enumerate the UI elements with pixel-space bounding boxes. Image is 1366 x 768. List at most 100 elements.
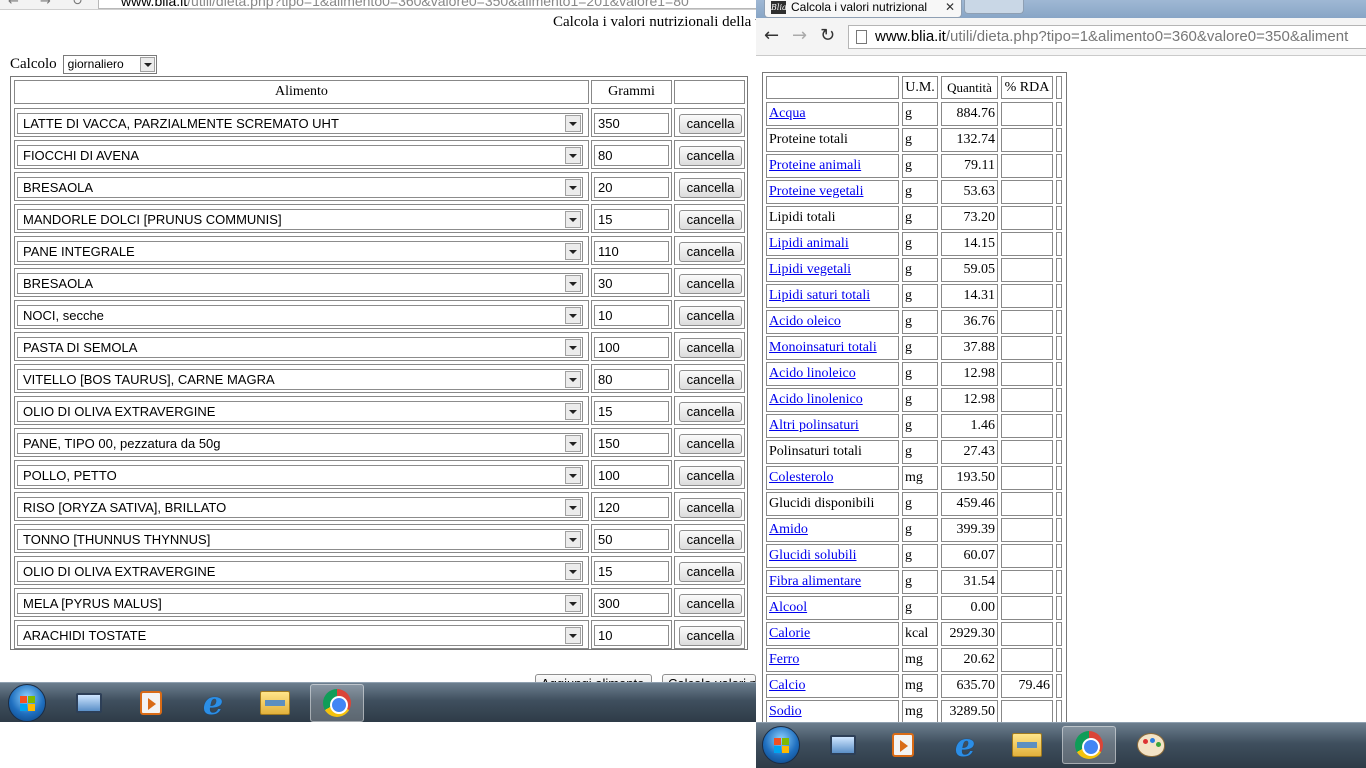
chevron-down-icon[interactable] bbox=[565, 307, 581, 324]
food-select[interactable]: OLIO DI OLIVA EXTRAVERGINE bbox=[17, 561, 583, 582]
grams-input[interactable]: 80 bbox=[594, 369, 669, 390]
nutrient-link[interactable]: Calcio bbox=[769, 678, 806, 693]
food-select[interactable]: RISO [ORYZA SATIVA], BRILLATO bbox=[17, 497, 583, 518]
chevron-down-icon[interactable] bbox=[565, 371, 581, 388]
delete-food-button[interactable]: cancella bbox=[679, 434, 742, 454]
left-url-text[interactable]: www.blia.it/utili/dieta.php?tipo=1&alime… bbox=[98, 0, 756, 9]
grams-input[interactable]: 15 bbox=[594, 209, 669, 230]
delete-food-button[interactable]: cancella bbox=[679, 530, 742, 550]
delete-food-button[interactable]: cancella bbox=[679, 306, 742, 326]
chevron-down-icon[interactable] bbox=[565, 339, 581, 356]
nutrient-link[interactable]: Alcool bbox=[769, 600, 807, 615]
grams-input[interactable]: 15 bbox=[594, 401, 669, 422]
nutrient-link[interactable]: Amido bbox=[769, 522, 808, 537]
delete-food-button[interactable]: cancella bbox=[679, 146, 742, 166]
grams-input[interactable]: 350 bbox=[594, 113, 669, 134]
delete-food-button[interactable]: cancella bbox=[679, 338, 742, 358]
file-explorer-icon[interactable] bbox=[1000, 726, 1054, 764]
back-icon[interactable]: ← bbox=[764, 25, 779, 47]
delete-food-button[interactable]: cancella bbox=[679, 242, 742, 262]
nutrient-link[interactable]: Acqua bbox=[769, 106, 806, 121]
chevron-down-icon[interactable] bbox=[565, 179, 581, 196]
chevron-down-icon[interactable] bbox=[565, 595, 581, 612]
delete-food-button[interactable]: cancella bbox=[679, 626, 742, 646]
nutrient-link[interactable]: Calorie bbox=[769, 626, 810, 641]
delete-food-button[interactable]: cancella bbox=[679, 402, 742, 422]
nutrient-link[interactable]: Proteine animali bbox=[769, 158, 861, 173]
computer-icon[interactable] bbox=[62, 684, 116, 722]
grams-input[interactable]: 10 bbox=[594, 305, 669, 326]
chevron-down-icon[interactable] bbox=[565, 499, 581, 516]
paint-icon[interactable] bbox=[1124, 726, 1178, 764]
delete-food-button[interactable]: cancella bbox=[679, 594, 742, 614]
start-orb-icon[interactable] bbox=[762, 726, 800, 764]
food-select[interactable]: OLIO DI OLIVA EXTRAVERGINE bbox=[17, 401, 583, 422]
delete-food-button[interactable]: cancella bbox=[679, 562, 742, 582]
chevron-down-icon[interactable] bbox=[565, 531, 581, 548]
grams-input[interactable]: 15 bbox=[594, 561, 669, 582]
food-select[interactable]: POLLO, PETTO bbox=[17, 465, 583, 486]
food-select[interactable]: PANE, TIPO 00, pezzatura da 50g bbox=[17, 433, 583, 454]
chevron-down-icon[interactable] bbox=[565, 467, 581, 484]
chevron-down-icon[interactable] bbox=[565, 403, 581, 420]
chrome-icon[interactable] bbox=[1062, 726, 1116, 764]
chevron-down-icon[interactable] bbox=[565, 211, 581, 228]
grams-input[interactable]: 50 bbox=[594, 529, 669, 550]
food-select[interactable]: LATTE DI VACCA, PARZIALMENTE SCREMATO UH… bbox=[17, 113, 583, 134]
grams-input[interactable]: 10 bbox=[594, 625, 669, 646]
start-orb-icon[interactable] bbox=[8, 684, 46, 722]
file-explorer-icon[interactable] bbox=[248, 684, 302, 722]
media-player-icon[interactable] bbox=[876, 726, 930, 764]
food-select[interactable]: PANE INTEGRALE bbox=[17, 241, 583, 262]
nutrient-link[interactable]: Ferro bbox=[769, 652, 799, 667]
delete-food-button[interactable]: cancella bbox=[679, 114, 742, 134]
forward-icon[interactable]: → bbox=[40, 0, 51, 9]
grams-input[interactable]: 30 bbox=[594, 273, 669, 294]
delete-food-button[interactable]: cancella bbox=[679, 274, 742, 294]
chevron-down-icon[interactable] bbox=[139, 57, 155, 72]
food-select[interactable]: VITELLO [BOS TAURUS], CARNE MAGRA bbox=[17, 369, 583, 390]
chrome-icon[interactable] bbox=[310, 684, 364, 722]
calcolo-select[interactable]: giornaliero bbox=[62, 55, 157, 74]
chevron-down-icon[interactable] bbox=[565, 115, 581, 132]
close-tab-icon[interactable]: ✕ bbox=[945, 0, 955, 15]
nutrient-link[interactable]: Altri polinsaturi bbox=[769, 418, 859, 433]
chevron-down-icon[interactable] bbox=[565, 435, 581, 452]
food-select[interactable]: MANDORLE DOLCI [PRUNUS COMMUNIS] bbox=[17, 209, 583, 230]
delete-food-button[interactable]: cancella bbox=[679, 178, 742, 198]
grams-input[interactable]: 100 bbox=[594, 337, 669, 358]
food-select[interactable]: NOCI, secche bbox=[17, 305, 583, 326]
food-select[interactable]: FIOCCHI DI AVENA bbox=[17, 145, 583, 166]
delete-food-button[interactable]: cancella bbox=[679, 498, 742, 518]
grams-input[interactable]: 150 bbox=[594, 433, 669, 454]
internet-explorer-icon[interactable]: e bbox=[186, 684, 240, 722]
nutrient-link[interactable]: Lipidi saturi totali bbox=[769, 288, 870, 303]
nutrient-link[interactable]: Lipidi animali bbox=[769, 236, 849, 251]
chevron-down-icon[interactable] bbox=[565, 627, 581, 644]
delete-food-button[interactable]: cancella bbox=[679, 370, 742, 390]
left-address-bar[interactable]: ← → ↻ www.blia.it/utili/dieta.php?tipo=1… bbox=[0, 0, 756, 10]
chevron-down-icon[interactable] bbox=[565, 275, 581, 292]
nutrient-link[interactable]: Acido linoleico bbox=[769, 366, 856, 381]
nutrient-link[interactable]: Proteine vegetali bbox=[769, 184, 863, 199]
nutrient-link[interactable]: Fibra alimentare bbox=[769, 574, 861, 589]
food-select[interactable]: TONNO [THUNNUS THYNNUS] bbox=[17, 529, 583, 550]
computer-icon[interactable] bbox=[816, 726, 870, 764]
nutrient-link[interactable]: Colesterolo bbox=[769, 470, 834, 485]
delete-food-button[interactable]: cancella bbox=[679, 210, 742, 230]
forward-icon[interactable]: → bbox=[792, 25, 807, 47]
internet-explorer-icon[interactable]: e bbox=[938, 726, 992, 764]
chevron-down-icon[interactable] bbox=[565, 147, 581, 164]
grams-input[interactable]: 20 bbox=[594, 177, 669, 198]
reload-icon[interactable]: ↻ bbox=[820, 25, 835, 47]
food-select[interactable]: PASTA DI SEMOLA bbox=[17, 337, 583, 358]
nutrient-link[interactable]: Monoinsaturi totali bbox=[769, 340, 877, 355]
nutrient-link[interactable]: Sodio bbox=[769, 704, 802, 719]
nutrient-link[interactable]: Glucidi solubili bbox=[769, 548, 857, 563]
grams-input[interactable]: 300 bbox=[594, 593, 669, 614]
food-select[interactable]: BRESAOLA bbox=[17, 273, 583, 294]
back-icon[interactable]: ← bbox=[8, 0, 19, 9]
delete-food-button[interactable]: cancella bbox=[679, 466, 742, 486]
chevron-down-icon[interactable] bbox=[565, 243, 581, 260]
grams-input[interactable]: 80 bbox=[594, 145, 669, 166]
